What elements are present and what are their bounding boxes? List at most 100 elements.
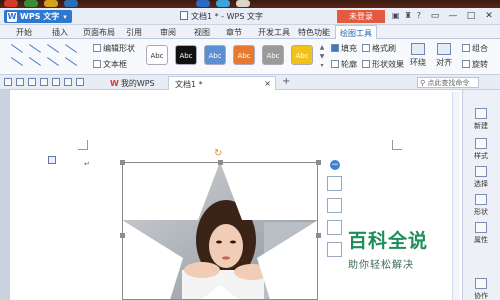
sidebar-item-styles[interactable]: 样式 (462, 138, 500, 161)
sidebar-item-label: 样式 (474, 152, 488, 160)
undo-icon[interactable] (64, 78, 72, 86)
new-icon (475, 108, 487, 119)
tab-review[interactable]: 审阅 (160, 27, 176, 38)
command-search-input[interactable]: ⚲ 点此查找命令 (417, 77, 479, 88)
group-button[interactable]: 组合 (462, 43, 488, 54)
fill-color-icon[interactable] (327, 220, 342, 235)
shirt-icon[interactable]: ♜ (405, 11, 412, 20)
shape-effects-icon (362, 60, 370, 68)
new-file-icon[interactable] (4, 78, 12, 86)
line-shapes-gallery[interactable] (8, 43, 88, 71)
collapse-icon[interactable]: − (330, 160, 340, 170)
group-icon (462, 44, 470, 52)
shape-effects-button[interactable]: 形状效果 (362, 59, 404, 70)
search-icon: ⚲ (420, 79, 426, 87)
properties-icon (475, 222, 487, 233)
sidebar-item-properties[interactable]: 属性 (462, 222, 500, 245)
tab-special[interactable]: 特色功能 (298, 27, 330, 38)
shape-style-swatch[interactable]: Abc (291, 45, 313, 65)
floating-shape-toolbar: − (325, 160, 345, 264)
edit-shape-button[interactable]: 编辑形状 (93, 43, 135, 54)
paragraph-layout-icon[interactable] (48, 156, 56, 164)
style-gallery-scroll[interactable]: ▲ ▼ ▾ (318, 43, 326, 71)
align-label: 对齐 (436, 58, 452, 67)
format-painter-button[interactable]: 格式刷 (362, 43, 396, 54)
doc-tab-document1[interactable]: 文档1 * × (168, 76, 276, 90)
open-icon[interactable] (28, 78, 36, 86)
rotate-handle-icon[interactable]: ↻ (214, 148, 222, 159)
close-window-icon[interactable]: ✕ (482, 10, 496, 22)
format-painter-icon (362, 44, 370, 52)
resize-handle[interactable] (316, 160, 321, 165)
tab-view[interactable]: 视图 (194, 27, 210, 38)
window-title-text: 文档1 * - WPS 文字 (191, 12, 263, 21)
sidebar-item-shapes[interactable]: 形状 (462, 194, 500, 217)
tab-insert[interactable]: 插入 (52, 27, 68, 38)
rotate-button[interactable]: 旋转 (462, 59, 488, 70)
shape-style-icon[interactable] (327, 198, 342, 213)
sidebar-item-label: 选择 (474, 180, 488, 188)
edit-shape-label: 编辑形状 (103, 44, 135, 53)
left-gutter (0, 90, 10, 300)
document-icon (180, 11, 188, 20)
minimize-window-icon[interactable]: — (446, 10, 460, 22)
wrap-label: 环绕 (410, 58, 426, 67)
tab-page-layout[interactable]: 页面布局 (83, 27, 115, 38)
skin-icon[interactable]: ▣ (392, 11, 400, 20)
ribbon-tab-bar: 开始 插入 页面布局 引用 审阅 视图 章节 开发工具 特色功能 绘图工具 (0, 25, 500, 39)
fill-icon (331, 44, 339, 52)
edit-shape-icon (93, 44, 101, 52)
text-box-button[interactable]: 文本框 (93, 59, 127, 70)
doc-tab-document1-label: 文档1 * (175, 80, 203, 89)
watermark-title: 百科全说 (348, 230, 429, 252)
shape-selection-frame (122, 162, 318, 300)
paragraph-mark: ↵ (84, 160, 90, 168)
wrap-button[interactable]: 环绕 (410, 43, 426, 68)
preview-icon[interactable] (52, 78, 60, 86)
sidebar-item-collaborate[interactable]: 协作 (462, 278, 500, 300)
sidebar-item-new[interactable]: 新建 (462, 108, 500, 131)
format-painter-label: 格式刷 (372, 44, 396, 53)
outline-color-icon[interactable] (327, 242, 342, 257)
help-icon[interactable]: ? (417, 11, 421, 20)
rotate-icon (462, 60, 470, 68)
resize-handle[interactable] (316, 233, 321, 238)
close-tab-icon[interactable]: × (264, 79, 271, 88)
save-icon[interactable] (16, 78, 24, 86)
shape-style-swatch[interactable]: Abc (233, 45, 255, 65)
fill-button[interactable]: 填充 (331, 43, 357, 54)
restore-window-icon[interactable]: ▭ (428, 10, 442, 22)
shape-style-swatch[interactable]: Abc (175, 45, 197, 65)
resize-handle[interactable] (120, 160, 125, 165)
tab-home[interactable]: 开始 (16, 27, 32, 38)
shape-style-swatch[interactable]: Abc (146, 45, 168, 65)
sidebar-item-select[interactable]: 选择 (462, 166, 500, 189)
shape-style-swatch[interactable]: Abc (204, 45, 226, 65)
outline-button[interactable]: 轮廓 (331, 59, 357, 70)
redo-icon[interactable] (76, 78, 84, 86)
ribbon-panel: 编辑形状 文本框 Abc Abc Abc Abc Abc Abc ▲ ▼ ▾ 填充 … (0, 39, 500, 75)
align-icon (437, 43, 451, 55)
tab-references[interactable]: 引用 (126, 27, 142, 38)
tab-developer[interactable]: 开发工具 (258, 27, 290, 38)
maximize-window-icon[interactable]: □ (464, 10, 478, 22)
sidebar-item-label: 属性 (474, 236, 488, 244)
app-button-label: WPS 文字 (20, 12, 60, 21)
chevron-down-icon: ▾ (63, 12, 67, 21)
doc-tab-my-wps[interactable]: W 我的WPS (104, 76, 161, 90)
wrap-icon (411, 43, 425, 55)
login-button[interactable]: 未登录 (337, 10, 385, 23)
wps-app-menu-button[interactable]: W WPS 文字 ▾ (4, 10, 72, 23)
layout-options-icon[interactable] (327, 176, 342, 191)
print-icon[interactable] (40, 78, 48, 86)
shape-style-swatch[interactable]: Abc (262, 45, 284, 65)
page-margin-corner (78, 140, 88, 150)
resize-handle[interactable] (218, 160, 223, 165)
rotate-label: 旋转 (472, 60, 488, 69)
new-tab-icon[interactable]: + (282, 76, 290, 87)
tab-drawing-tools[interactable]: 绘图工具 (335, 25, 377, 39)
text-box-label: 文本框 (103, 60, 127, 69)
align-button[interactable]: 对齐 (436, 43, 452, 68)
tab-chapter[interactable]: 章节 (226, 27, 242, 38)
resize-handle[interactable] (120, 233, 125, 238)
